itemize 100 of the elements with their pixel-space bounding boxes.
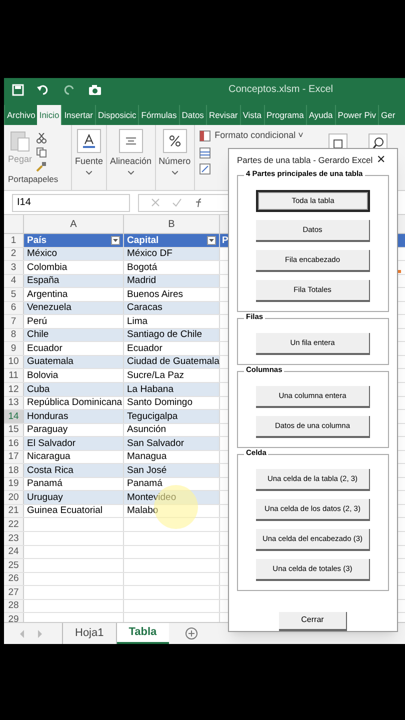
name-box[interactable]: I14: [12, 194, 130, 212]
brush-icon[interactable]: [36, 161, 48, 172]
table-cell-text: San José: [127, 466, 168, 476]
table-cell-text: Paraguay: [27, 425, 69, 435]
row-number[interactable]: 3: [4, 261, 24, 274]
clipboard-icon[interactable]: [9, 129, 32, 153]
row-number[interactable]: 18: [4, 464, 24, 477]
table-cell-text: Perú: [27, 316, 48, 326]
table-cell-text: Ecuador: [127, 344, 164, 354]
close-dialog-button[interactable]: Cerrar: [279, 612, 347, 631]
row-number[interactable]: 6: [4, 302, 24, 314]
caret-icon[interactable]: [128, 170, 134, 174]
table-cell: República Dominicana: [27, 398, 122, 408]
column-heading: P: [222, 236, 228, 246]
close-button[interactable]: ✕: [372, 152, 390, 168]
row-number[interactable]: 5: [4, 288, 24, 301]
column-heading: Capital: [127, 236, 160, 246]
row-number[interactable]: 23: [4, 532, 24, 545]
table-cell-text: Managua: [127, 452, 168, 462]
add-sheet-icon[interactable]: [184, 627, 198, 640]
table-cell-text: Sucre/La Paz: [127, 370, 186, 380]
dialog-title: Partes de una tabla - Gerardo Excel: [237, 154, 373, 166]
save-icon[interactable]: [12, 84, 24, 96]
table-cell-text: Santo Domingo: [127, 398, 194, 408]
row-number[interactable]: 1: [4, 234, 24, 247]
table-cell-text: Cuba: [27, 384, 51, 394]
table-cell-text: Bolovia: [27, 370, 60, 380]
ribbon-tab[interactable]: Inicio: [37, 105, 62, 125]
row-number[interactable]: 4: [4, 274, 24, 288]
row-number[interactable]: 11: [4, 369, 24, 382]
function-icon[interactable]: [194, 198, 204, 208]
table-cell-text: Asunción: [127, 425, 168, 435]
ribbon-button[interactable]: Fuente: [75, 155, 104, 168]
table-cell-text: La Habana: [127, 384, 174, 394]
column-header[interactable]: B: [124, 215, 220, 233]
row-number[interactable]: 29: [4, 613, 24, 622]
column-header[interactable]: A: [24, 215, 124, 233]
sheet-tab[interactable]: Tabla: [116, 623, 169, 644]
redo-icon[interactable]: [62, 84, 76, 96]
table-cell-text: Tegucigalpa: [127, 412, 179, 422]
table-cell-text: Argentina: [27, 290, 69, 300]
row-number[interactable]: 26: [4, 572, 24, 586]
row-number[interactable]: 20: [4, 491, 24, 504]
row-number[interactable]: 27: [4, 586, 24, 599]
row-number[interactable]: 7: [4, 315, 24, 328]
table-cell-text: Montevideo: [127, 492, 178, 502]
row-number[interactable]: 14: [4, 410, 24, 423]
table-cell-text: Bogotá: [127, 262, 158, 272]
table-cell-text: Malabo: [127, 506, 160, 516]
row-number[interactable]: 21: [4, 504, 24, 518]
table-cell-text: México DF: [127, 249, 174, 259]
table-cell-text: Panamá: [27, 479, 64, 489]
row-number[interactable]: 28: [4, 600, 24, 612]
table-cell-text: Venezuela: [27, 303, 72, 313]
table-cell-text: Nicaragua: [27, 452, 72, 462]
table-style-icon[interactable]: [198, 146, 211, 158]
table-cell-text: Costa Rica: [27, 466, 74, 476]
filter-dropdown-icon[interactable]: [207, 236, 216, 245]
table-cell-text: Guatemala: [27, 357, 74, 367]
undo-icon[interactable]: [36, 84, 50, 96]
row-number[interactable]: 10: [4, 356, 24, 368]
row-number[interactable]: 25: [4, 559, 24, 572]
row-number[interactable]: 13: [4, 396, 24, 410]
table-cell-text: Caracas: [127, 303, 164, 313]
row-number[interactable]: 15: [4, 424, 24, 436]
table-cell-text: Chile: [27, 330, 50, 340]
camera-icon[interactable]: [88, 84, 102, 96]
table-cell-text: Ecuador: [27, 344, 64, 354]
ribbon-button[interactable]: Número: [158, 155, 191, 168]
table-cell-text: Santiago de Chile: [127, 330, 203, 340]
table-cell-text: Lima: [127, 316, 149, 326]
row-number[interactable]: 9: [4, 342, 24, 355]
font-icon[interactable]: [77, 129, 102, 153]
checkmark-icon[interactable]: [172, 198, 182, 207]
row-number[interactable]: 24: [4, 546, 24, 558]
row-number[interactable]: 16: [4, 437, 24, 450]
row-number[interactable]: 2: [4, 248, 24, 260]
table-cell-text: Buenos Aires: [127, 290, 184, 300]
cell-style-icon[interactable]: [198, 162, 211, 174]
table-cell: Ciudad de Guatemala: [127, 357, 220, 367]
percent-icon[interactable]: [162, 129, 187, 153]
table-cell-text: San Salvador: [127, 438, 186, 448]
row-number[interactable]: 19: [4, 478, 24, 490]
group-label: Portapapeles: [8, 173, 60, 186]
row-number[interactable]: 8: [4, 328, 24, 342]
table-cell-text: Colombia: [27, 262, 68, 272]
row-number[interactable]: 17: [4, 450, 24, 464]
table-format-icon[interactable]: [198, 130, 211, 142]
conditional-format-button[interactable]: Formato condicional ˅: [214, 129, 304, 142]
table-cell-text: Guinea Ecuatorial: [27, 506, 104, 516]
caret-icon[interactable]: [172, 170, 178, 174]
scissors-icon[interactable]: [36, 133, 48, 144]
ribbon-button[interactable]: Alineación: [110, 155, 152, 168]
copy-icon[interactable]: [36, 147, 48, 158]
filter-dropdown-icon[interactable]: [111, 236, 120, 245]
table-cell-text: Madrid: [127, 276, 158, 286]
align-icon[interactable]: [118, 129, 143, 153]
row-number[interactable]: 12: [4, 383, 24, 396]
caret-icon[interactable]: [86, 170, 92, 174]
row-number[interactable]: 22: [4, 518, 24, 532]
